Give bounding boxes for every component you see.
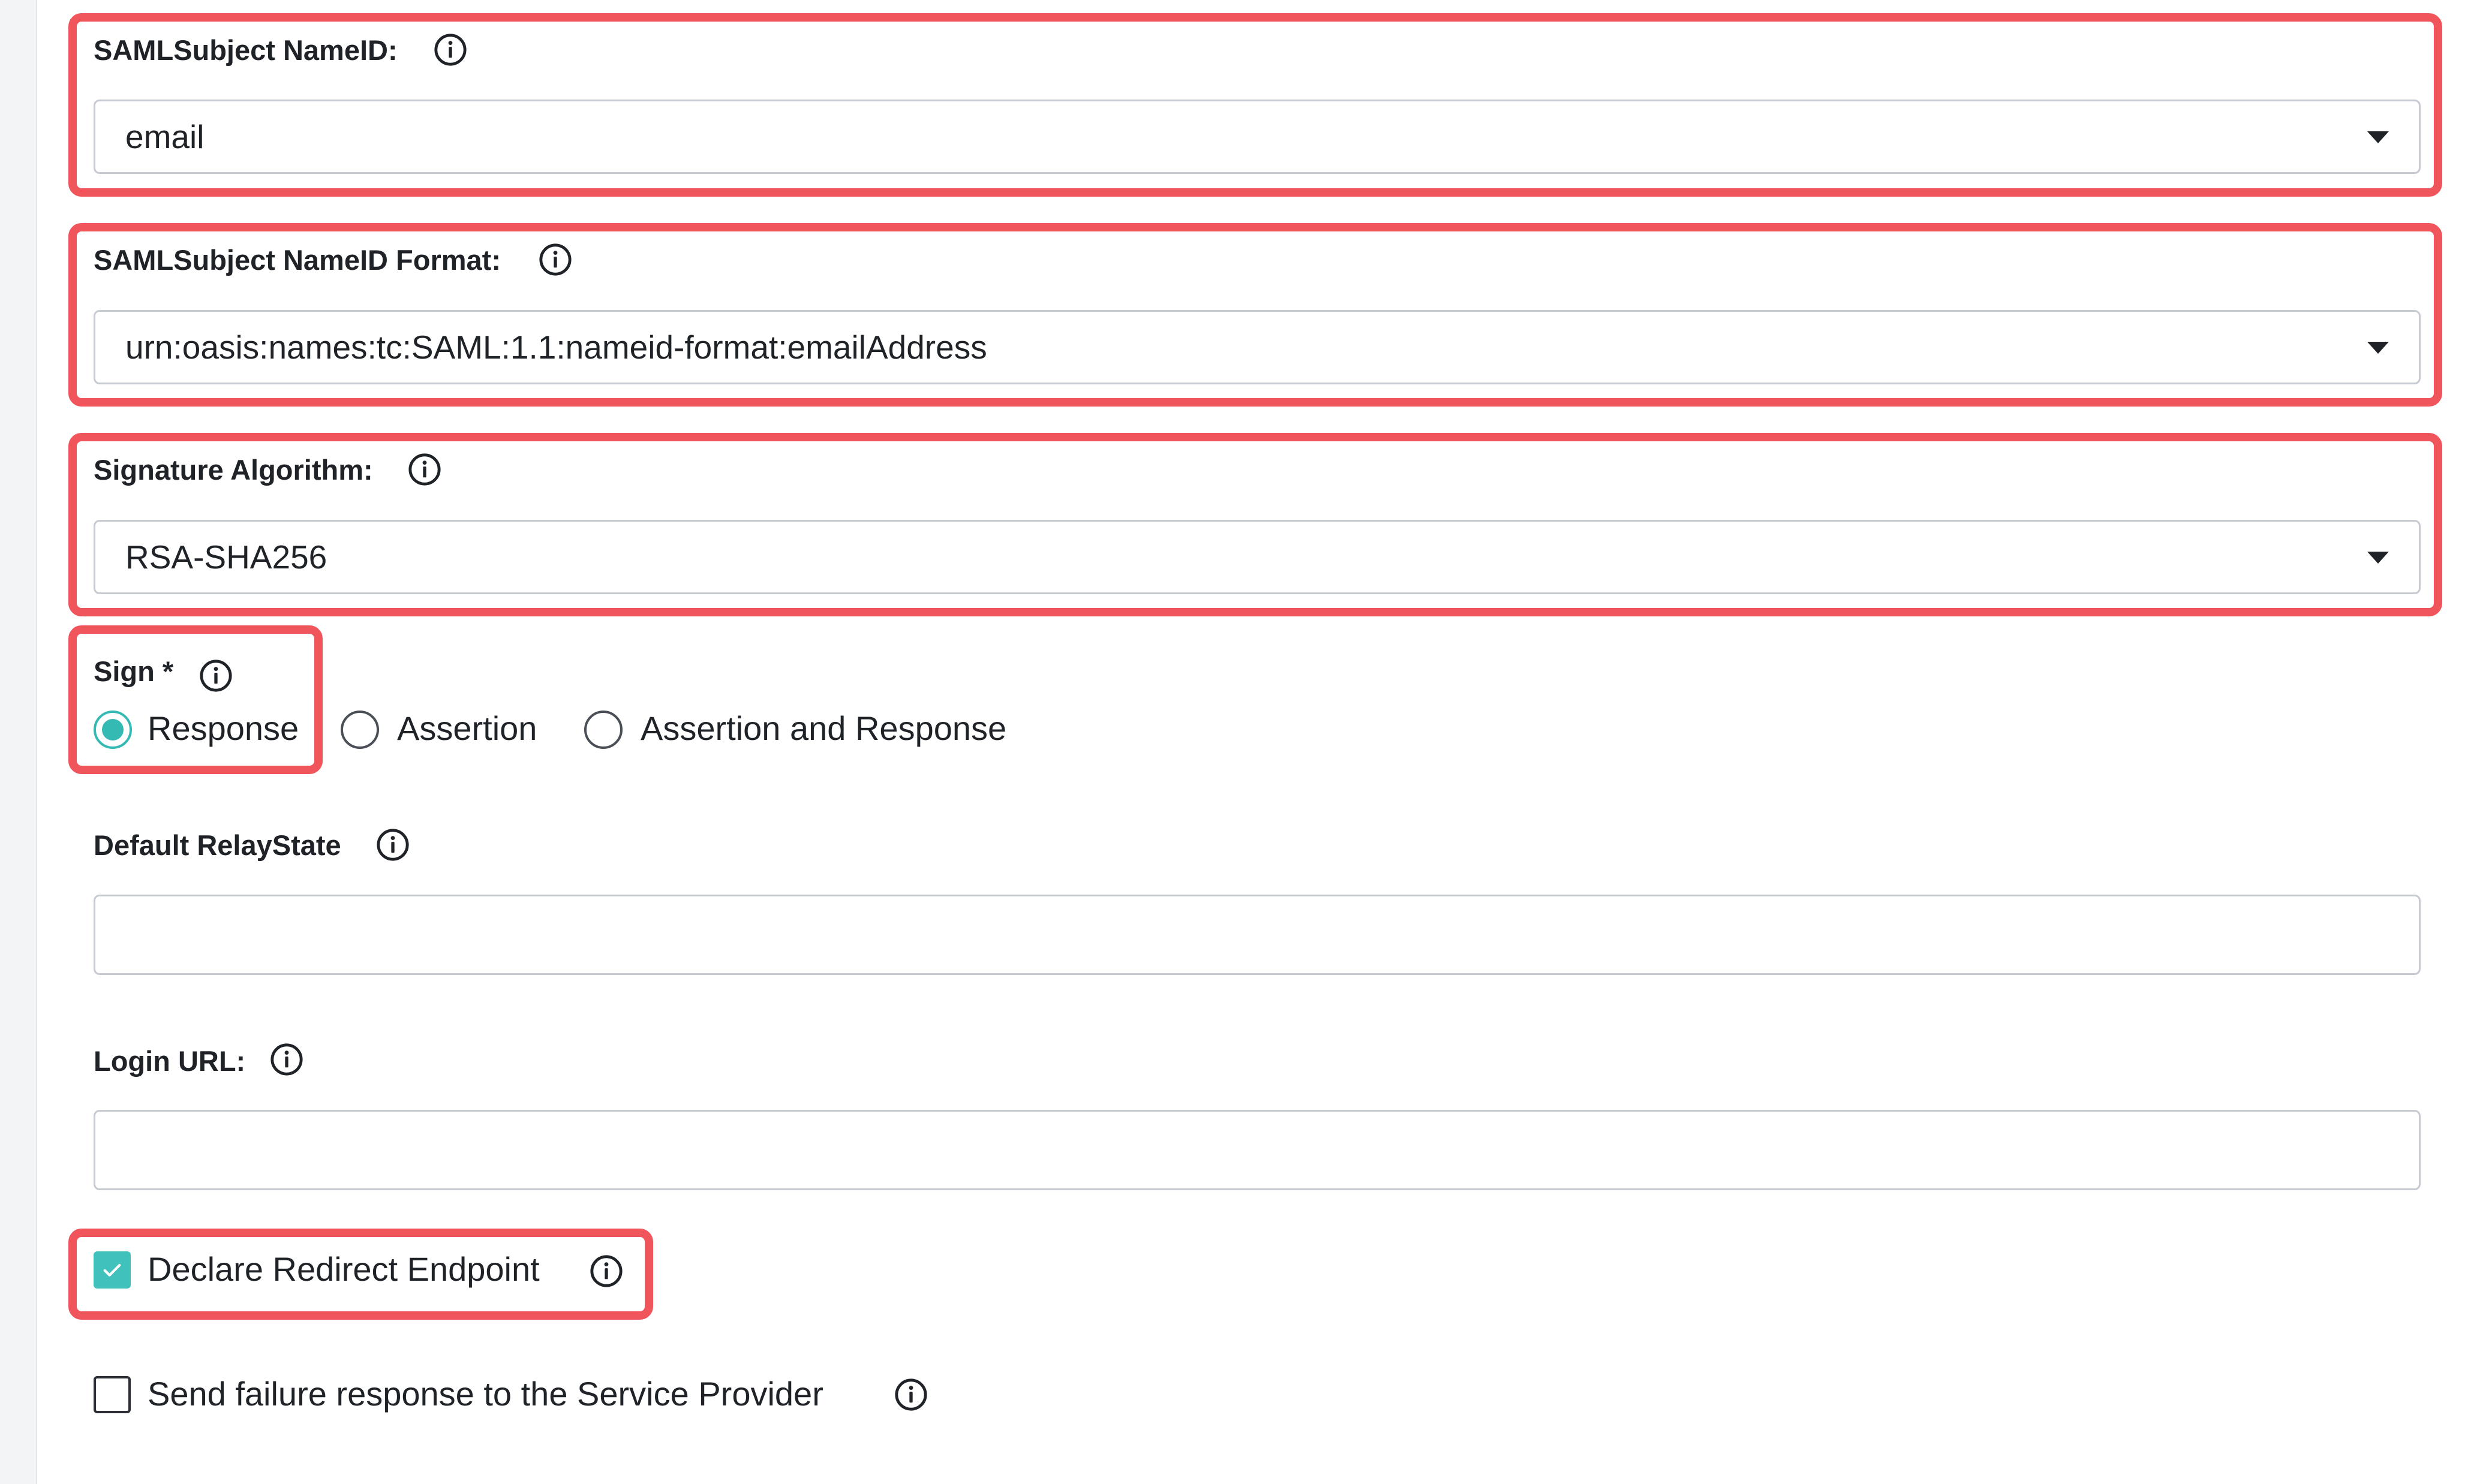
caret-down-icon (2367, 342, 2389, 354)
sign-assertion-label[interactable]: Assertion (397, 709, 537, 748)
signature-algorithm-label: Signature Algorithm: (94, 454, 373, 486)
nameid-format-label: SAMLSubject NameID Format: (94, 244, 501, 276)
relay-state-input[interactable] (94, 895, 2421, 975)
sign-assertion-radio[interactable] (341, 711, 379, 749)
saml-settings-page: SAMLSubject NameID: email SAMLSubject Na… (0, 0, 2483, 1484)
info-circle-icon[interactable] (199, 658, 233, 693)
declare-redirect-checkbox[interactable] (94, 1251, 131, 1289)
declare-redirect-label[interactable]: Declare Redirect Endpoint (148, 1250, 540, 1289)
info-circle-icon[interactable] (269, 1042, 304, 1077)
nameid-selected-value: email (125, 118, 205, 155)
nameid-label: SAMLSubject NameID: (94, 34, 398, 66)
sign-response-radio[interactable] (94, 711, 132, 749)
signature-algorithm-selected-value: RSA-SHA256 (125, 538, 327, 576)
sign-response-label[interactable]: Response (148, 709, 299, 748)
caret-down-icon (2367, 552, 2389, 564)
nameid-select[interactable]: email (94, 100, 2421, 174)
sign-assertion-and-response-label[interactable]: Assertion and Response (641, 709, 1006, 748)
check-icon (103, 1264, 121, 1277)
sign-label: Sign * (94, 655, 174, 687)
info-circle-icon[interactable] (589, 1254, 624, 1289)
nameid-format-select[interactable]: urn:oasis:names:tc:SAML:1.1:nameid-forma… (94, 310, 2421, 384)
login-url-label: Login URL: (94, 1045, 246, 1077)
info-circle-icon[interactable] (538, 242, 573, 277)
info-circle-icon[interactable] (407, 452, 442, 487)
send-failure-label[interactable]: Send failure response to the Service Pro… (148, 1375, 823, 1413)
send-failure-checkbox[interactable] (94, 1376, 131, 1413)
login-url-input[interactable] (94, 1110, 2421, 1190)
caret-down-icon (2367, 131, 2389, 143)
relay-state-label: Default RelayState (94, 829, 341, 861)
info-circle-icon[interactable] (894, 1377, 928, 1412)
sign-assertion-and-response-radio[interactable] (584, 711, 623, 749)
nameid-format-selected-value: urn:oasis:names:tc:SAML:1.1:nameid-forma… (125, 329, 987, 366)
info-circle-icon[interactable] (433, 32, 468, 67)
signature-algorithm-select[interactable]: RSA-SHA256 (94, 520, 2421, 594)
info-circle-icon[interactable] (375, 827, 410, 862)
